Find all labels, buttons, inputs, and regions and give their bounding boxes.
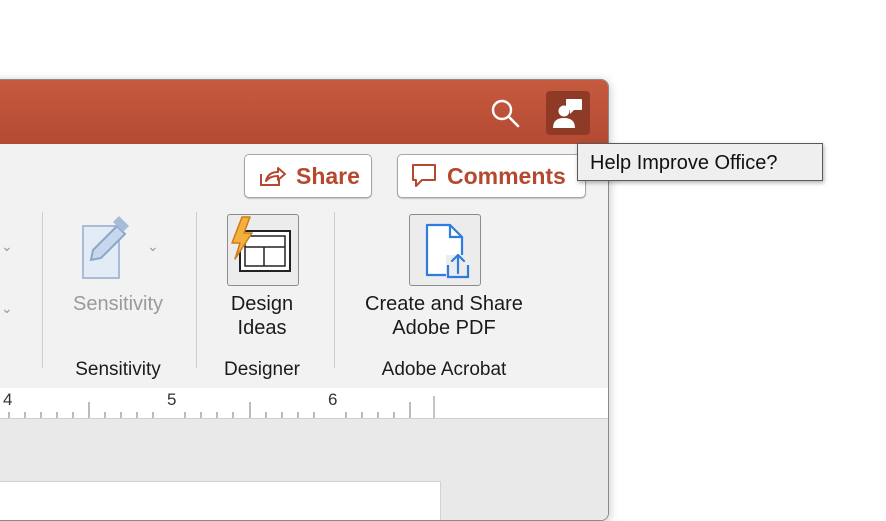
pdf-share-icon: [425, 223, 470, 279]
chevron-down-icon[interactable]: ⌄: [1, 238, 13, 255]
group-label-sensitivity: Sensitivity: [75, 359, 161, 380]
comments-label: Comments: [447, 162, 566, 189]
share-icon: [260, 167, 286, 186]
comments-button[interactable]: Comments: [397, 154, 586, 198]
chevron-down-icon[interactable]: ⌄: [1, 300, 13, 317]
design-ideas-icon: [231, 216, 291, 272]
create-share-pdf-label: Create and Share Adobe PDF: [347, 292, 541, 340]
search-icon[interactable]: [488, 96, 522, 130]
ruler-number: 4: [3, 390, 13, 409]
design-ideas-button[interactable]: [227, 214, 299, 286]
create-share-pdf-button[interactable]: [409, 214, 481, 286]
slide[interactable]: [0, 481, 441, 520]
group-divider: [42, 212, 43, 368]
design-ideas-label-line2: Ideas: [237, 317, 287, 339]
group-label-adobe-acrobat: Adobe Acrobat: [381, 359, 507, 380]
ruler-ticks: [8, 396, 435, 418]
horizontal-ruler[interactable]: 4 5 6: [0, 388, 608, 419]
user-feedback-icon: [553, 99, 582, 128]
create-share-pdf-label-line2: Adobe PDF: [392, 317, 496, 339]
design-ideas-label-line1: Design: [230, 293, 294, 315]
ruler-number: 6: [328, 390, 338, 409]
share-button[interactable]: Share: [244, 154, 372, 198]
tooltip: Help Improve Office?: [577, 143, 823, 181]
design-ideas-label: Design Ideas: [197, 292, 327, 340]
group-label-designer: Designer: [223, 359, 301, 380]
chevron-down-icon[interactable]: ⌄: [147, 238, 159, 255]
group-divider: [196, 212, 197, 368]
ruler-number: 5: [167, 390, 177, 409]
create-share-pdf-label-line1: Create and Share: [365, 293, 523, 315]
help-improve-office-button[interactable]: [546, 91, 590, 135]
ribbon: Share Comments ⌄ ⌄ ⌄ Sensitivity Sensiti…: [0, 144, 608, 389]
powerpoint-window: Share Comments ⌄ ⌄ ⌄ Sensitivity Sensiti…: [0, 79, 609, 521]
sensitivity-icon: [82, 216, 129, 279]
title-bar: [0, 80, 608, 144]
comment-icon: [412, 164, 436, 187]
slide-canvas-area[interactable]: [0, 419, 608, 520]
share-label: Share: [296, 162, 360, 189]
group-divider: [334, 212, 335, 368]
sensitivity-button-label[interactable]: Sensitivity: [53, 292, 183, 316]
